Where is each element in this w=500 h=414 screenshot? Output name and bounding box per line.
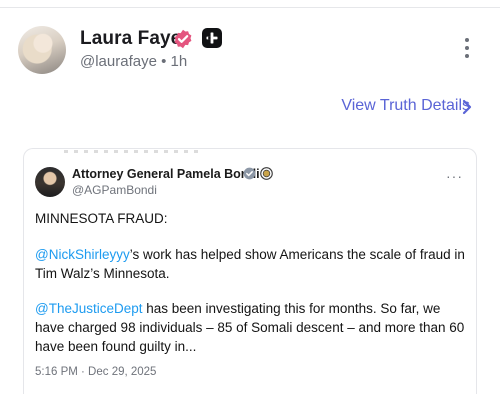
vertical-dots-icon[interactable] — [460, 38, 474, 62]
cropped-edge — [64, 150, 204, 153]
verified-badge-icon — [174, 29, 192, 49]
author-handle-line: @laurafaye • 1h — [80, 53, 187, 70]
quoted-author-handle[interactable]: @AGPamBondi — [72, 183, 157, 197]
separator-dot: • — [161, 53, 167, 70]
author-handle[interactable]: @laurafaye — [80, 53, 157, 70]
post-time: 1h — [170, 53, 188, 70]
mention-link[interactable]: @TheJusticeDept — [35, 301, 143, 316]
quoted-paragraph-1: @NickShirleyyy’s work has helped show Am… — [35, 245, 467, 283]
quoted-author-name[interactable]: Attorney General Pamela Bondi — [72, 167, 260, 181]
view-truth-details-link[interactable]: View Truth Details — [341, 97, 470, 115]
mention-link[interactable]: @NickShirleyyy — [35, 247, 130, 262]
chevron-right-icon[interactable] — [460, 98, 474, 116]
quoted-paragraph-2: @TheJusticeDept has been investigating t… — [35, 299, 467, 356]
plus-badge-icon — [202, 28, 222, 48]
author-avatar[interactable] — [18, 26, 66, 74]
government-seal-icon — [260, 167, 273, 180]
quoted-author-avatar[interactable] — [35, 167, 65, 197]
truth-post: Laura Faye @laurafaye • 1h View Truth De… — [0, 0, 500, 414]
quoted-heading: MINNESOTA FRAUD: — [35, 211, 168, 226]
view-truth-details-label[interactable]: View Truth Details — [341, 97, 470, 114]
quoted-post-card[interactable]: Attorney General Pamela Bondi @AGPamBond… — [23, 148, 477, 394]
divider — [0, 7, 500, 8]
more-options-icon[interactable]: ··· — [446, 169, 463, 183]
quoted-timestamp[interactable]: 5:16 PM · Dec 29, 2025 — [35, 366, 156, 378]
author-name[interactable]: Laura Faye — [80, 28, 181, 50]
verified-badge-icon — [243, 167, 256, 180]
